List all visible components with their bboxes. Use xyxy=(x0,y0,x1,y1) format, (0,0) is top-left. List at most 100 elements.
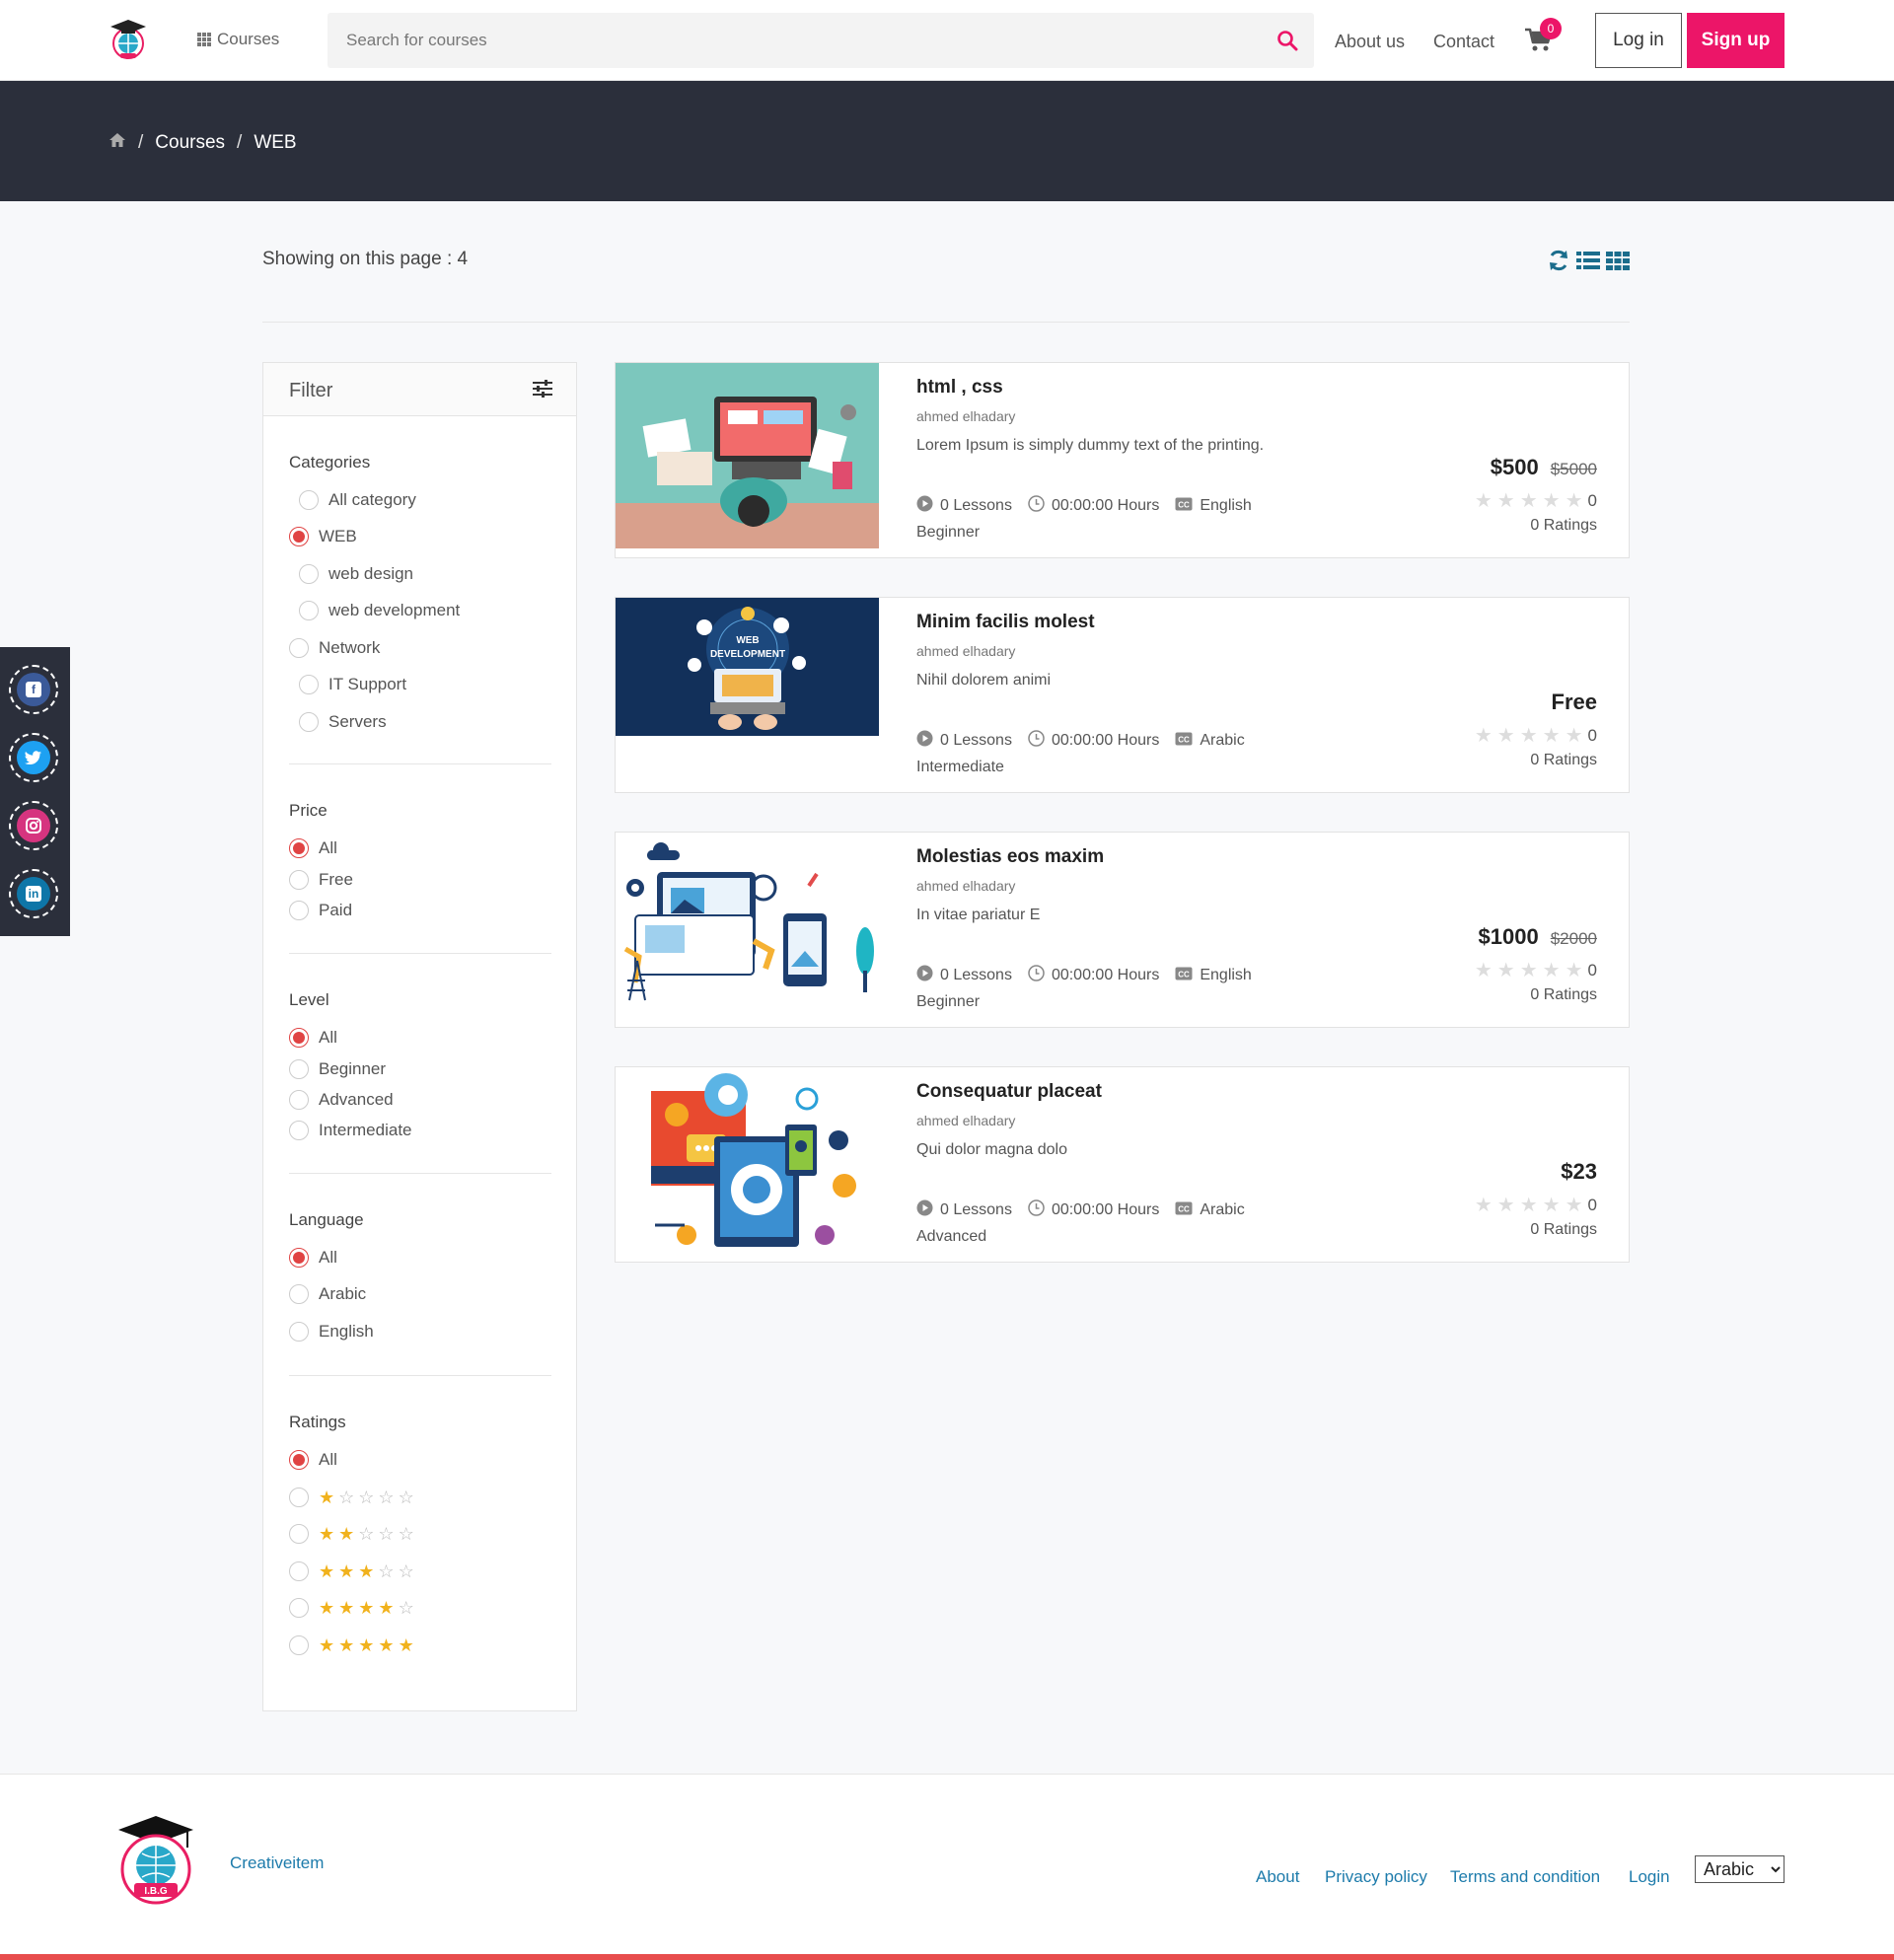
footer-link-terms[interactable]: Terms and condition xyxy=(1450,1867,1600,1887)
radio-button[interactable] xyxy=(289,1561,309,1581)
sliders-icon[interactable] xyxy=(533,380,552,398)
filter-panel: Filter Categories All category WEB web d… xyxy=(262,362,577,1711)
nav-about-us[interactable]: About us xyxy=(1335,32,1405,52)
radio-button[interactable] xyxy=(289,1090,309,1110)
radio-button[interactable] xyxy=(289,1635,309,1655)
language-option-all[interactable]: All xyxy=(289,1248,337,1268)
radio-button[interactable] xyxy=(289,901,309,920)
current-price: $23 xyxy=(1561,1159,1597,1184)
radio-button[interactable] xyxy=(299,601,319,620)
category-option-all[interactable]: All category xyxy=(299,490,416,510)
category-option-network[interactable]: Network xyxy=(289,638,380,658)
radio-button[interactable] xyxy=(289,1028,309,1048)
level-option-beginner[interactable]: Beginner xyxy=(289,1059,386,1079)
level-title: Level xyxy=(289,990,329,1009)
course-title[interactable]: Consequatur placeat xyxy=(916,1081,1102,1103)
list-view-icon[interactable] xyxy=(1576,251,1600,275)
radio-button[interactable] xyxy=(289,1059,309,1079)
language-option-english[interactable]: English xyxy=(289,1322,374,1342)
breadcrumb-courses[interactable]: Courses xyxy=(155,132,225,154)
refresh-icon[interactable] xyxy=(1547,249,1570,277)
course-title[interactable]: Molestias eos maxim xyxy=(916,846,1104,868)
grid-view-icon[interactable] xyxy=(1606,251,1630,275)
course-card[interactable]: html , css ahmed elhadary Lorem Ipsum is… xyxy=(615,362,1630,558)
facebook-icon[interactable]: f xyxy=(9,665,58,714)
radio-button[interactable] xyxy=(299,675,319,694)
linkedin-icon[interactable]: in xyxy=(9,869,58,918)
language-option-arabic[interactable]: Arabic xyxy=(289,1284,366,1304)
rating-option-1[interactable]: ★ ☆ ☆ ☆ ☆ xyxy=(289,1488,414,1507)
login-button[interactable]: Log in xyxy=(1595,13,1682,68)
star-empty-icon: ☆ xyxy=(378,1561,395,1581)
footer-logo[interactable]: I.B.G xyxy=(114,1814,197,1907)
course-card[interactable]: Molestias eos maxim ahmed elhadary In vi… xyxy=(615,832,1630,1028)
category-option-web-development[interactable]: web development xyxy=(299,601,460,620)
course-card[interactable]: Consequatur placeat ahmed elhadary Qui d… xyxy=(615,1066,1630,1263)
course-thumbnail[interactable] xyxy=(616,833,879,1018)
radio-button[interactable] xyxy=(289,1598,309,1618)
price-option-paid[interactable]: Paid xyxy=(289,901,352,920)
twitter-icon[interactable] xyxy=(9,733,58,782)
language-select[interactable]: Arabic xyxy=(1695,1855,1785,1883)
footer-link-privacy-policy[interactable]: Privacy policy xyxy=(1325,1867,1427,1887)
price-option-all[interactable]: All xyxy=(289,838,337,858)
courses-menu[interactable]: Courses xyxy=(197,30,279,49)
radio-button[interactable] xyxy=(299,564,319,584)
star-icon: ★ xyxy=(1474,960,1493,981)
search-icon[interactable] xyxy=(1276,30,1298,51)
star-filled-icon: ★ xyxy=(338,1635,355,1655)
closed-caption-icon: CC xyxy=(1175,732,1193,751)
radio-button[interactable] xyxy=(289,1284,309,1304)
radio-button[interactable] xyxy=(289,527,309,546)
star-rating-icons: ★ ★ ☆ ☆ ☆ xyxy=(319,1525,414,1543)
course-title[interactable]: Minim facilis molest xyxy=(916,612,1095,633)
radio-button[interactable] xyxy=(299,490,319,510)
footer-logo-text: I.B.G xyxy=(144,1886,168,1897)
course-thumbnail[interactable] xyxy=(616,363,879,548)
course-thumbnail[interactable]: WEB DEVELOPMENT xyxy=(616,598,879,736)
level-option-intermediate[interactable]: Intermediate xyxy=(289,1121,412,1140)
nav-contact[interactable]: Contact xyxy=(1433,32,1494,52)
radio-button[interactable] xyxy=(289,1322,309,1342)
rating-option-4[interactable]: ★ ★ ★ ★ ☆ xyxy=(289,1598,414,1618)
category-option-it-support[interactable]: IT Support xyxy=(299,675,406,694)
price-option-free[interactable]: Free xyxy=(289,870,353,890)
radio-button[interactable] xyxy=(289,638,309,658)
level-option-advanced[interactable]: Advanced xyxy=(289,1090,394,1110)
course-author: ahmed elhadary xyxy=(916,1113,1016,1128)
radio-button[interactable] xyxy=(289,1524,309,1544)
radio-button[interactable] xyxy=(289,838,309,858)
home-icon[interactable] xyxy=(109,132,126,154)
category-option-web[interactable]: WEB xyxy=(289,527,357,546)
radio-button[interactable] xyxy=(289,870,309,890)
level-option-all[interactable]: All xyxy=(289,1028,337,1048)
radio-button[interactable] xyxy=(289,1121,309,1140)
radio-button[interactable] xyxy=(289,1248,309,1268)
course-price: $1000 $2000 xyxy=(1479,924,1597,950)
current-price: $500 xyxy=(1490,455,1539,479)
rating-option-5[interactable]: ★ ★ ★ ★ ★ xyxy=(289,1635,414,1655)
radio-button[interactable] xyxy=(289,1488,309,1507)
course-card[interactable]: WEB DEVELOPMENT Minim facilis molest ahm… xyxy=(615,597,1630,793)
radio-button[interactable] xyxy=(299,712,319,732)
footer-link-about[interactable]: About xyxy=(1256,1867,1299,1887)
search-input[interactable] xyxy=(328,13,1255,68)
footer-link-login[interactable]: Login xyxy=(1629,1867,1670,1887)
rating-option-3[interactable]: ★ ★ ★ ☆ ☆ xyxy=(289,1561,414,1581)
radio-button[interactable] xyxy=(289,1450,309,1470)
site-logo[interactable] xyxy=(107,16,150,63)
star-empty-icon: ☆ xyxy=(398,1524,414,1544)
instagram-icon[interactable] xyxy=(9,801,58,850)
courses-menu-label: Courses xyxy=(217,30,280,48)
category-option-servers[interactable]: Servers xyxy=(299,712,387,732)
course-thumbnail[interactable] xyxy=(616,1067,879,1253)
course-title[interactable]: html , css xyxy=(916,377,1003,399)
rating-option-all[interactable]: All xyxy=(289,1450,337,1470)
signup-button[interactable]: Sign up xyxy=(1687,13,1785,68)
clock-icon xyxy=(1028,965,1045,986)
clock-icon xyxy=(1028,495,1045,517)
footer-brand-link[interactable]: Creativeitem xyxy=(230,1853,324,1873)
search-bar xyxy=(328,13,1314,68)
rating-option-2[interactable]: ★ ★ ☆ ☆ ☆ xyxy=(289,1524,414,1544)
category-option-web-design[interactable]: web design xyxy=(299,564,413,584)
